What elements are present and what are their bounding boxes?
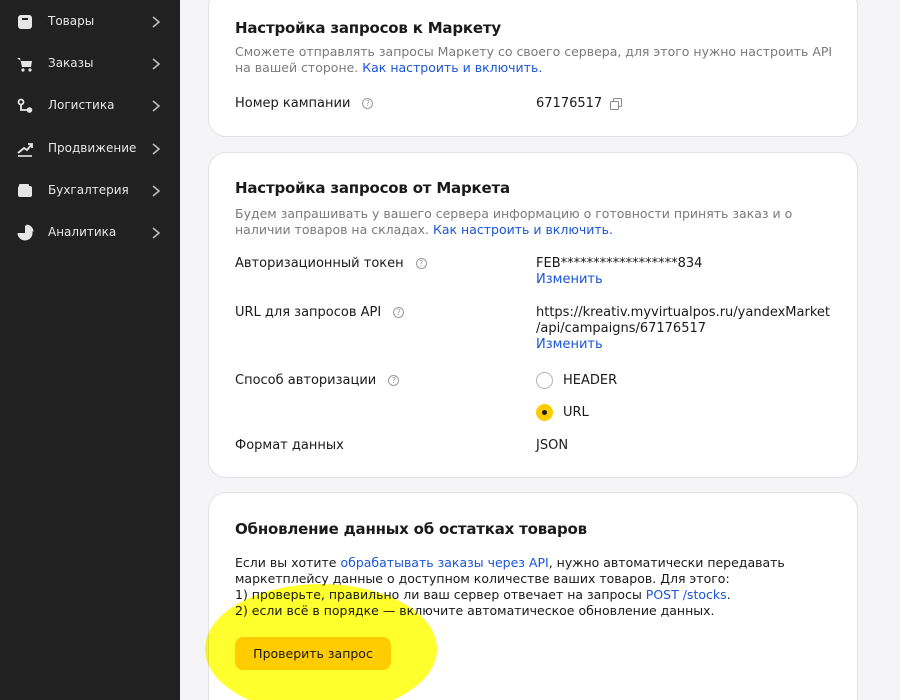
data-format-label: Формат данных [235, 438, 344, 453]
trend-icon [17, 143, 33, 157]
auth-radio-url[interactable]: URL [536, 404, 589, 421]
sidebar-item-label: Продвижение [48, 141, 137, 155]
box-icon [18, 15, 32, 29]
campaign-number-value: 67176517 [536, 96, 623, 112]
auth-radio-header[interactable]: HEADER [536, 372, 617, 389]
process-orders-api-link[interactable]: обрабатывать заказы через API [340, 555, 548, 570]
chevron-right-icon [152, 185, 161, 197]
sidebar-item-analytics[interactable]: Аналитика [0, 218, 180, 248]
sidebar-item-label: Товары [48, 14, 95, 28]
main-content: Настройка запросов к Маркету Сможете отп… [180, 0, 900, 700]
card-title: Обновление данных об остатках товаров [235, 520, 587, 538]
card-title: Настройка запросов к Маркету [235, 19, 501, 37]
card-requests-to-market: Настройка запросов к Маркету Сможете отп… [208, 0, 858, 137]
card-requests-from-market: Настройка запросов от Маркета Будем запр… [208, 152, 858, 478]
url-line: https://kreativ.myvirtualpos.ru/yandexMa… [536, 305, 830, 320]
pie-icon [17, 224, 34, 241]
help-icon[interactable]: ? [393, 307, 405, 318]
url-line: /api/campaigns/67176517 [536, 321, 707, 336]
auth-token-label: Авторизационный токен ? [235, 256, 427, 271]
auth-method-label: Способ авторизации ? [235, 373, 400, 388]
sidebar: Товары Заказы Логистика Продвижение Бухг… [0, 0, 180, 700]
how-to-setup-link[interactable]: Как настроить и включить. [433, 222, 613, 237]
help-icon[interactable]: ? [415, 258, 427, 269]
token-masked: FEB******************834 [536, 256, 703, 271]
help-icon[interactable]: ? [388, 375, 400, 386]
chevron-right-icon [152, 143, 161, 155]
copy-icon[interactable] [610, 98, 623, 110]
sidebar-item-label: Бухгалтерия [48, 183, 129, 197]
card-title: Настройка запросов от Маркета [235, 179, 510, 197]
chevron-right-icon [152, 100, 161, 112]
wallet-icon [18, 184, 32, 197]
sidebar-item-accounting[interactable]: Бухгалтерия [0, 176, 180, 206]
card-stock-update: Обновление данных об остатках товаров Ес… [208, 492, 858, 700]
api-url-label: URL для запросов API ? [235, 305, 405, 320]
data-format-value: JSON [536, 438, 569, 453]
sidebar-item-promotion[interactable]: Продвижение [0, 134, 180, 164]
check-request-button[interactable]: Проверить запрос [235, 637, 391, 670]
sidebar-item-label: Аналитика [48, 225, 117, 239]
chevron-right-icon [152, 227, 161, 239]
chevron-right-icon [152, 16, 161, 28]
radio-button[interactable] [536, 372, 553, 389]
radio-button-checked[interactable] [536, 404, 553, 421]
cart-icon [17, 58, 32, 72]
auth-token-value: FEB******************834 Изменить [536, 256, 702, 288]
sidebar-item-logistics[interactable]: Логистика [0, 91, 180, 121]
sidebar-item-orders[interactable]: Заказы [0, 49, 180, 79]
sidebar-item-label: Логистика [48, 98, 115, 112]
change-token-link[interactable]: Изменить [536, 272, 603, 287]
card-description: Сможете отправлять запросы Маркету со св… [235, 44, 833, 75]
route-icon [17, 98, 33, 113]
stock-instructions: Если вы хотите обрабатывать заказы через… [235, 555, 785, 618]
chevron-right-icon [152, 58, 161, 70]
api-url-value: https://kreativ.myvirtualpos.ru/yandexMa… [536, 305, 830, 353]
help-icon[interactable]: ? [362, 98, 374, 109]
change-url-link[interactable]: Изменить [536, 337, 603, 352]
sidebar-item-label: Заказы [48, 56, 94, 70]
card-description: Будем запрашивать у вашего сервера инфор… [235, 206, 793, 237]
campaign-number-label: Номер кампании ? [235, 96, 374, 111]
how-to-setup-link[interactable]: Как настроить и включить. [362, 60, 542, 75]
sidebar-item-goods[interactable]: Товары [0, 7, 180, 37]
post-stocks-link[interactable]: POST /stocks [646, 587, 727, 602]
